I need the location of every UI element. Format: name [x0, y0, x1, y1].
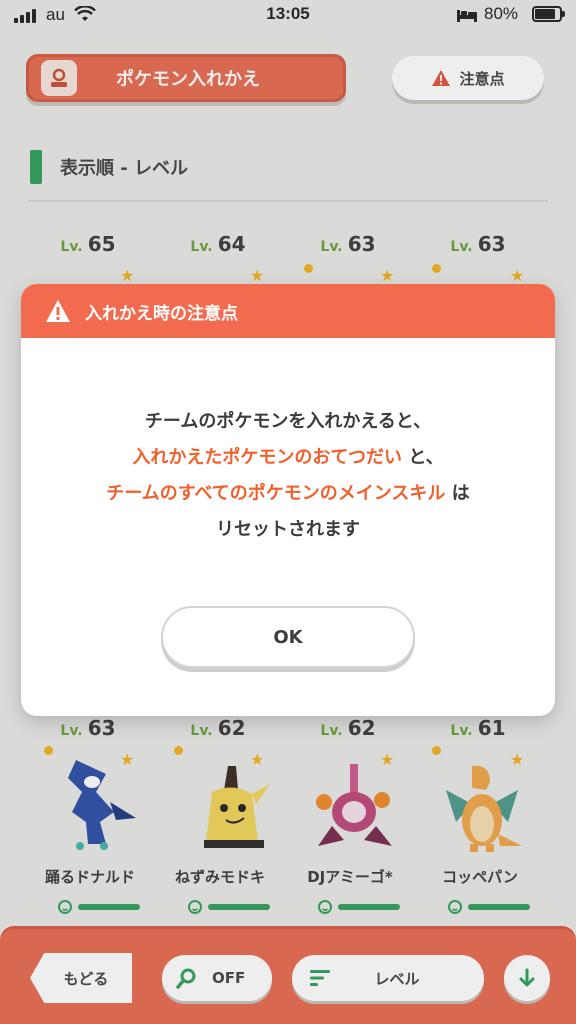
- message-line: リセットされます: [216, 519, 360, 540]
- ok-label: OK: [273, 626, 303, 648]
- dialog-header: 入れかえ時の注意点: [21, 284, 555, 338]
- message-line: チームのすべてのポケモンのメインスキル は: [106, 483, 470, 504]
- message-line: 入れかえたポケモンのおてつだい と、: [132, 447, 444, 468]
- highlighted-text: 入れかえたポケモンのおてつだい: [132, 447, 403, 468]
- warning-icon: [46, 300, 70, 322]
- swap-notice-dialog: 入れかえ時の注意点 チームのポケモンを入れかえると、 入れかえたポケモンのおてつ…: [21, 284, 555, 716]
- dialog-message: チームのポケモンを入れかえると、 入れかえたポケモンのおてつだい と、 チームの…: [21, 404, 555, 548]
- message-line: チームのポケモンを入れかえると、: [144, 411, 432, 432]
- ok-button[interactable]: OK: [161, 606, 415, 668]
- highlighted-text: チームのすべてのポケモンのメインスキル: [106, 483, 446, 504]
- dialog-title: 入れかえ時の注意点: [85, 303, 238, 324]
